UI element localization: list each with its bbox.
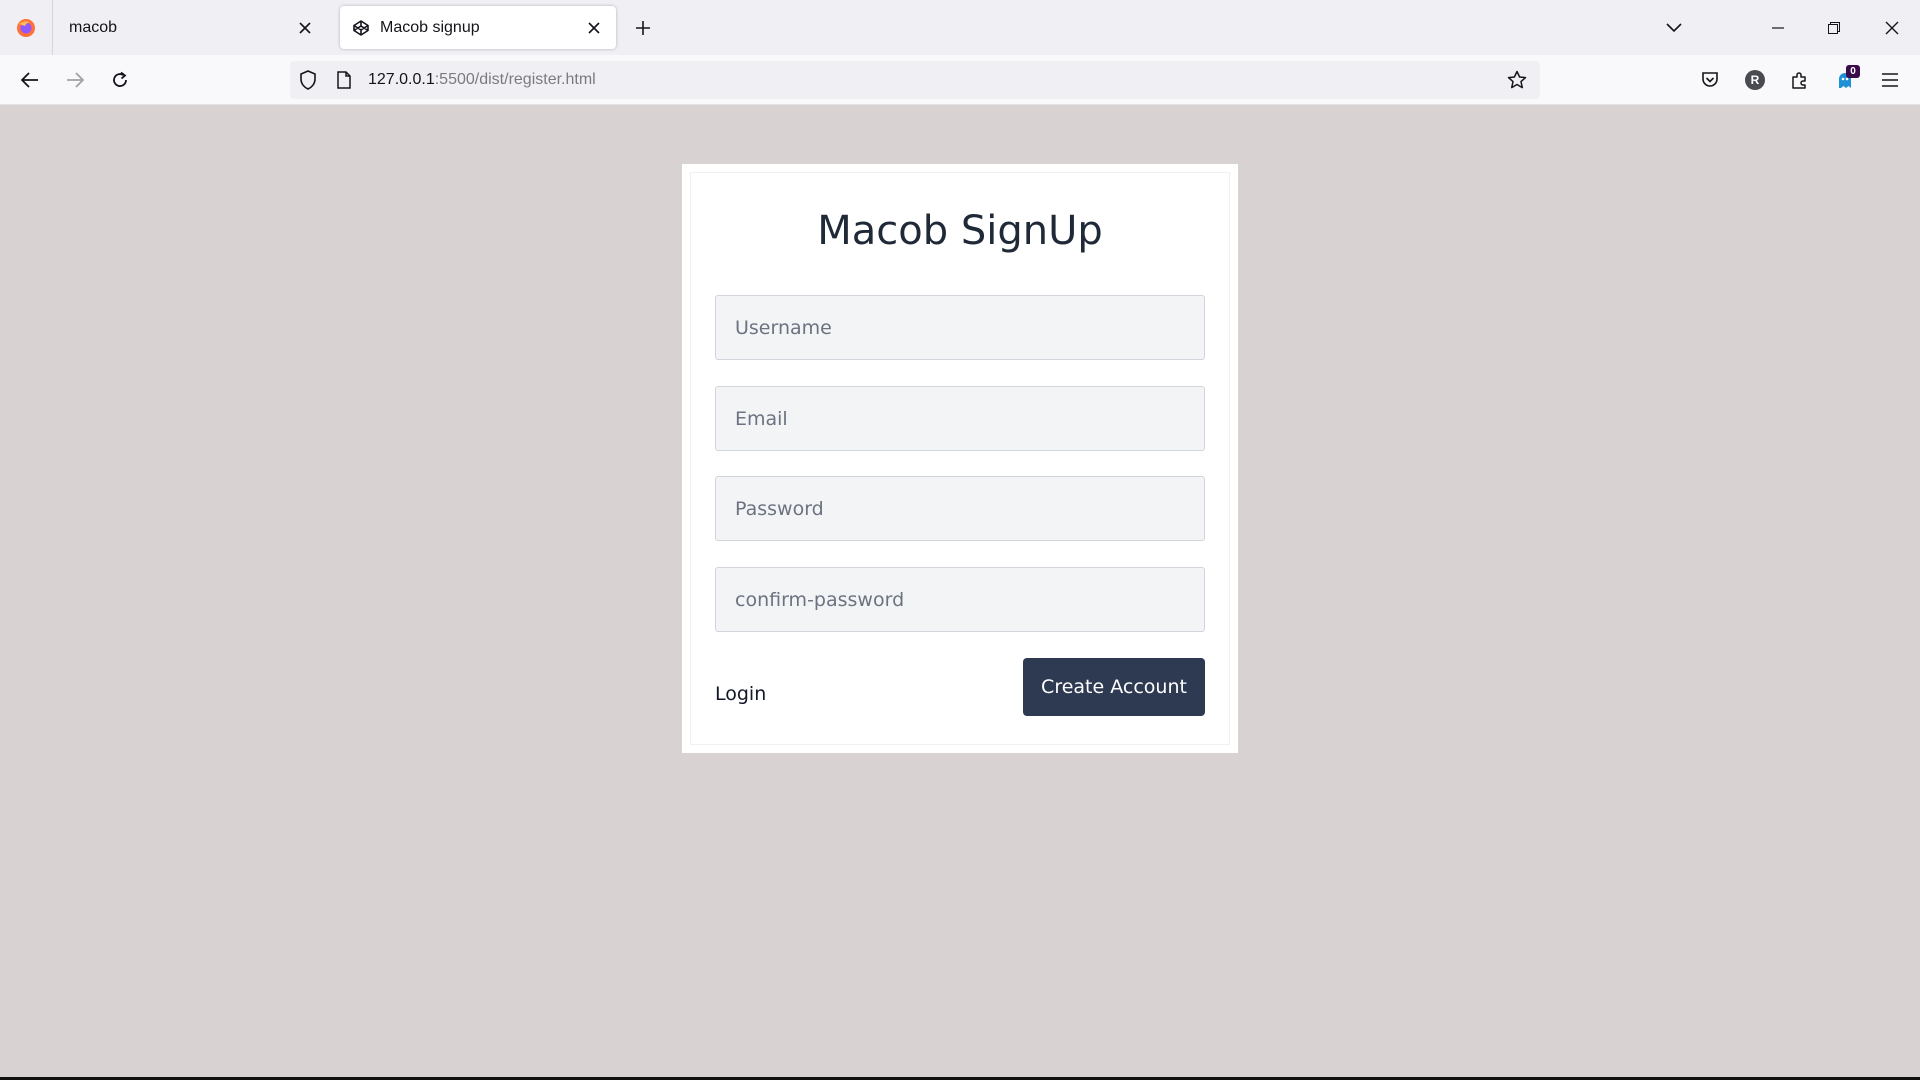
password-input[interactable]: [715, 476, 1205, 541]
login-link[interactable]: Login: [715, 683, 766, 705]
minimize-icon: [1772, 26, 1784, 29]
url-host: 127.0.0.1: [368, 71, 435, 88]
chevron-down-icon: [1666, 22, 1682, 32]
firefox-icon: [17, 18, 35, 37]
signup-card: Macob SignUp Login Create Account: [682, 164, 1238, 753]
confirm-password-input[interactable]: [715, 567, 1205, 632]
minimize-button[interactable]: [1750, 0, 1806, 55]
list-all-tabs-button[interactable]: [1646, 0, 1702, 55]
close-icon[interactable]: [580, 14, 608, 42]
extension-counter-button[interactable]: 0: [1828, 63, 1862, 97]
close-icon[interactable]: [291, 14, 319, 42]
extensions-button[interactable]: [1783, 63, 1817, 97]
url-text[interactable]: 127.0.0.1:5500/dist/register.html: [368, 71, 596, 89]
url-bar[interactable]: 127.0.0.1:5500/dist/register.html: [290, 61, 1540, 99]
avatar: R: [1745, 70, 1765, 90]
pocket-icon: [1702, 72, 1718, 87]
email-input[interactable]: [715, 386, 1205, 451]
arrow-left-icon: [21, 72, 38, 88]
page-icon[interactable]: [326, 61, 362, 99]
new-tab-button[interactable]: [628, 13, 658, 43]
create-account-button[interactable]: Create Account: [1023, 658, 1205, 716]
forward-button[interactable]: [58, 63, 92, 97]
codepen-icon: [352, 19, 370, 37]
firefox-menu-button[interactable]: [0, 0, 53, 55]
restore-button[interactable]: [1806, 0, 1862, 55]
page-title: Macob SignUp: [817, 208, 1103, 254]
arrow-right-icon: [67, 72, 84, 88]
close-icon: [1885, 21, 1899, 34]
pocket-button[interactable]: [1693, 63, 1727, 97]
account-button[interactable]: R: [1738, 63, 1772, 97]
extension-badge: 0: [1846, 65, 1860, 78]
tab-title: macob: [69, 18, 118, 36]
navigation-toolbar: 127.0.0.1:5500/dist/register.html R 0: [0, 55, 1920, 105]
tab-title: Macob signup: [380, 18, 480, 36]
username-input[interactable]: [715, 295, 1205, 360]
restore-icon: [1828, 21, 1840, 34]
bookmark-star-icon[interactable]: [1500, 63, 1534, 97]
close-window-button[interactable]: [1864, 0, 1920, 55]
hamburger-menu-icon: [1882, 73, 1898, 87]
shield-icon[interactable]: [290, 61, 326, 99]
tab-macob-signup[interactable]: Macob signup: [340, 6, 616, 49]
reload-button[interactable]: [103, 63, 137, 97]
url-path: :5500/dist/register.html: [434, 71, 596, 88]
page-viewport: Macob SignUp Login Create Account: [0, 105, 1920, 1077]
back-button[interactable]: [13, 63, 47, 97]
plus-icon: [636, 21, 650, 35]
puzzle-icon: [1792, 72, 1806, 89]
tab-macob[interactable]: macob: [55, 6, 327, 49]
app-menu-button[interactable]: [1873, 63, 1907, 97]
tab-strip: macob Macob signup: [0, 0, 1920, 55]
reload-icon: [113, 71, 127, 87]
